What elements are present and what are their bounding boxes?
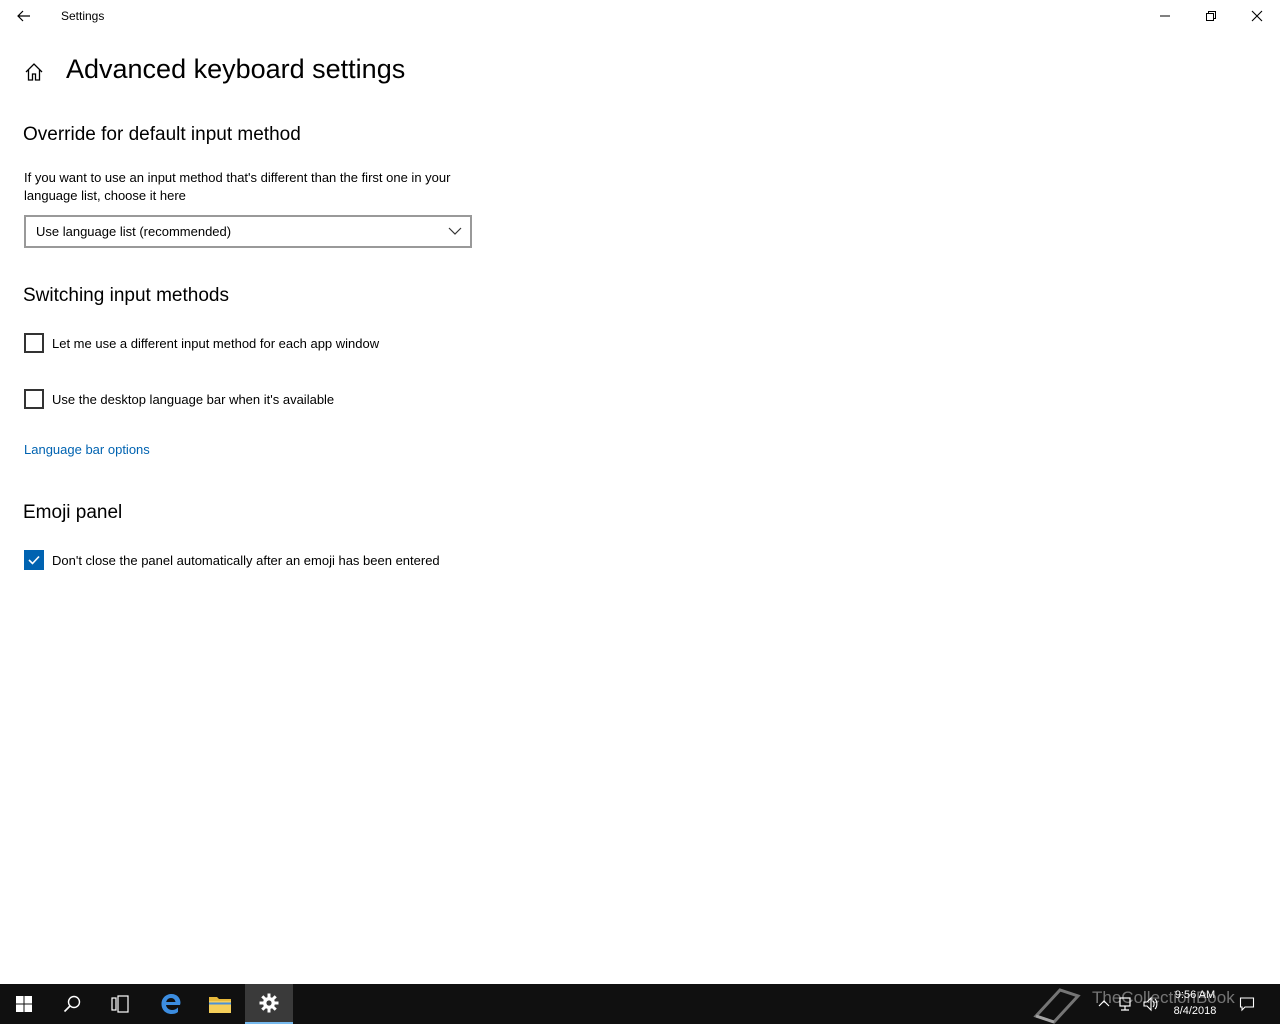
page-title: Advanced keyboard settings	[66, 54, 406, 84]
minimize-button[interactable]	[1142, 0, 1188, 32]
volume-button[interactable]	[1140, 994, 1160, 1014]
settings-icon	[259, 993, 279, 1013]
checkmark-icon	[28, 555, 40, 565]
back-button[interactable]	[8, 0, 40, 32]
override-heading: Override for default input method	[23, 124, 301, 145]
override-description: If you want to use an input method that'…	[24, 170, 451, 203]
chevron-up-icon	[1098, 1000, 1110, 1007]
desktop-language-bar-row[interactable]: Use the desktop language bar when it's a…	[24, 389, 334, 409]
taskbar: TheCollectionBook 9:56 AM 8/4/2018	[0, 984, 1280, 1024]
restore-icon	[1206, 11, 1216, 21]
clock-date: 8/4/2018	[1173, 1005, 1217, 1017]
home-button[interactable]	[20, 58, 48, 86]
start-icon	[16, 996, 32, 1012]
switching-heading: Switching input methods	[23, 285, 229, 306]
volume-icon	[1143, 996, 1158, 1012]
desktop-language-bar-label: Use the desktop language bar when it's a…	[52, 391, 335, 407]
chevron-down-icon	[448, 227, 462, 235]
clock-time: 9:56 AM	[1174, 989, 1216, 1001]
network-button[interactable]	[1116, 994, 1136, 1014]
start-button[interactable]	[0, 984, 48, 1024]
emoji-panel-label: Don't close the panel automatically afte…	[52, 552, 440, 568]
close-button[interactable]	[1234, 0, 1280, 32]
action-center-button[interactable]	[1237, 994, 1257, 1014]
file-explorer-icon	[209, 997, 231, 1013]
emoji-heading: Emoji panel	[23, 502, 123, 523]
edge-icon	[161, 994, 181, 1014]
watermark-book-icon	[1033, 988, 1081, 1024]
title-bar: Settings	[0, 0, 1280, 32]
emoji-panel-checkbox[interactable]	[24, 550, 44, 570]
taskbar-clock[interactable]: 9:56 AM 8/4/2018	[1166, 987, 1224, 1019]
desktop-language-bar-checkbox[interactable]	[24, 389, 44, 409]
settings-window: Settings Advanced keyboard settings Over…	[0, 0, 1280, 984]
network-icon	[1119, 997, 1131, 1011]
input-method-dropdown[interactable]: Use language list (recommended)	[24, 215, 472, 248]
per-app-input-method-checkbox[interactable]	[24, 333, 44, 353]
notification-icon	[1239, 997, 1255, 1012]
app-title: Settings	[61, 9, 105, 23]
edge-button[interactable]	[147, 984, 195, 1024]
file-explorer-button[interactable]	[196, 984, 244, 1024]
settings-taskbar-button[interactable]	[245, 984, 293, 1024]
search-icon	[63, 995, 81, 1013]
back-arrow-icon	[17, 10, 30, 22]
emoji-panel-row[interactable]: Don't close the panel automatically afte…	[24, 550, 440, 570]
minimize-icon	[1160, 15, 1170, 17]
show-hidden-icons-button[interactable]	[1094, 994, 1114, 1014]
search-button[interactable]	[48, 984, 96, 1024]
dropdown-selected-value: Use language list (recommended)	[36, 224, 232, 239]
restore-button[interactable]	[1188, 0, 1234, 32]
per-app-input-method-row[interactable]: Let me use a different input method for …	[24, 333, 379, 353]
home-icon	[25, 63, 43, 81]
task-view-icon	[111, 995, 129, 1013]
language-bar-options-link[interactable]: Language bar options	[24, 442, 150, 457]
per-app-input-method-label: Let me use a different input method for …	[52, 335, 380, 351]
task-view-button[interactable]	[96, 984, 144, 1024]
close-icon	[1251, 10, 1263, 22]
